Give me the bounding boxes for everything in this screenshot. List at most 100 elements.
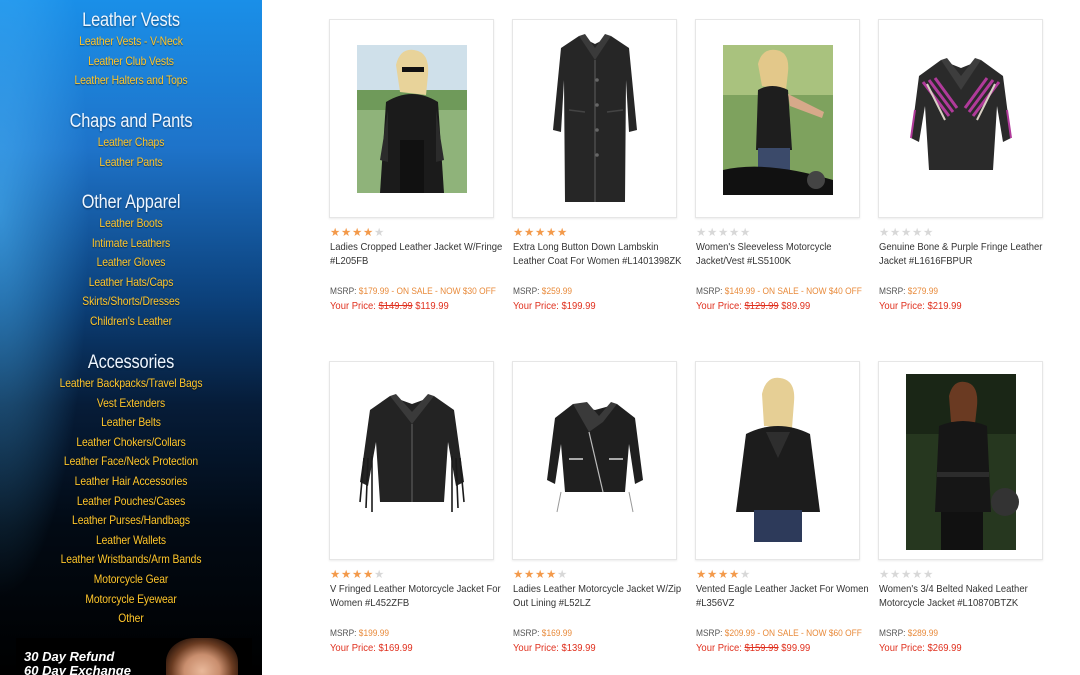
long-leather-coat (553, 34, 637, 202)
star-filled-icon: ★ (363, 569, 374, 581)
sidebar-link[interactable]: Intimate Leathers (18, 234, 243, 254)
product-title-link[interactable]: Ladies Cropped Leather Jacket W/Fringe #… (330, 241, 505, 268)
price-line: Your Price: $219.99 (879, 300, 962, 312)
product-title-link[interactable]: V Fringed Leather Motorcycle Jacket For … (330, 583, 505, 610)
product-title-link[interactable]: Genuine Bone & Purple Fringe Leather Jac… (879, 241, 1054, 268)
msrp-line: MSRP: $289.99 (879, 628, 938, 639)
star-empty-icon: ★ (740, 569, 751, 581)
current-price: $119.99 (415, 300, 449, 312)
product-image[interactable] (512, 19, 677, 218)
msrp-label: MSRP: (879, 286, 908, 297)
star-filled-icon: ★ (535, 569, 546, 581)
sidebar-link[interactable]: Leather Chaps (18, 133, 243, 153)
product-title-link[interactable]: Women's Sleeveless Motorcycle Jacket/Ves… (696, 241, 871, 268)
current-price: $269.99 (927, 642, 962, 654)
product-title-link[interactable]: Vented Eagle Leather Jacket For Women #L… (696, 583, 871, 610)
msrp-line: MSRP: $209.99 - ON SALE - NOW $60 OFF (696, 628, 862, 639)
msrp-value: $149.99 - ON SALE - NOW $40 OFF (724, 286, 862, 297)
star-empty-icon: ★ (879, 569, 890, 581)
star-empty-icon: ★ (912, 227, 923, 239)
product-image[interactable] (695, 19, 860, 218)
price-line: Your Price: $139.99 (513, 642, 596, 654)
sidebar-link[interactable]: Skirts/Shorts/Dresses (18, 292, 243, 312)
star-empty-icon: ★ (901, 569, 912, 581)
woman-fringe-jacket-photo (357, 45, 467, 193)
msrp-label: MSRP: (879, 628, 908, 639)
star-empty-icon: ★ (374, 227, 385, 239)
msrp-value: $179.99 - ON SALE - NOW $30 OFF (358, 286, 496, 297)
current-price: $139.99 (561, 642, 596, 654)
promo-line-exchange: 60 Day Exchange (24, 663, 131, 675)
star-filled-icon: ★ (707, 569, 718, 581)
sidebar-link[interactable]: Leather Wristbands/Arm Bands (18, 550, 243, 570)
sidebar-section-other-apparel: Other Apparel Leather Boots Intimate Lea… (0, 192, 262, 332)
sidebar-link[interactable]: Leather Belts (18, 413, 243, 433)
price-label: Your Price: (513, 642, 562, 654)
fringed-motorcycle-jacket (359, 394, 465, 512)
sidebar-link[interactable]: Leather Vests - V-Neck (18, 32, 243, 52)
msrp-value: $209.99 - ON SALE - NOW $60 OFF (724, 628, 862, 639)
star-empty-icon: ★ (707, 227, 718, 239)
star-filled-icon: ★ (524, 227, 535, 239)
star-filled-icon: ★ (330, 227, 341, 239)
sidebar-link[interactable]: Leather Club Vests (18, 52, 243, 72)
sidebar-link[interactable]: Leather Halters and Tops (18, 71, 243, 91)
sidebar-link[interactable]: Leather Chokers/Collars (18, 433, 243, 453)
rating-stars: ★★★★★ (879, 227, 934, 239)
price-line: Your Price: $149.99 $119.99 (330, 300, 449, 312)
sidebar-link[interactable]: Motorcycle Gear (18, 570, 243, 590)
sidebar-link[interactable]: Motorcycle Eyewear (18, 590, 243, 610)
sidebar-link[interactable]: Leather Backpacks/Travel Bags (18, 374, 243, 394)
star-empty-icon: ★ (901, 227, 912, 239)
star-filled-icon: ★ (352, 227, 363, 239)
sidebar-link[interactable]: Leather Wallets (18, 531, 243, 551)
sidebar-link[interactable]: Other (18, 609, 243, 629)
msrp-line: MSRP: $199.99 (330, 628, 389, 639)
star-filled-icon: ★ (341, 569, 352, 581)
rating-stars: ★★★★★ (513, 569, 568, 581)
rating-stars: ★★★★★ (513, 227, 568, 239)
star-empty-icon: ★ (557, 569, 568, 581)
sidebar-heading: Other Apparel (81, 192, 181, 213)
product-image[interactable] (878, 361, 1043, 560)
sidebar-link[interactable]: Leather Gloves (18, 253, 243, 273)
rating-stars: ★★★★★ (879, 569, 934, 581)
sidebar-link[interactable]: Leather Boots (18, 214, 243, 234)
star-empty-icon: ★ (890, 569, 901, 581)
sidebar-link[interactable]: Leather Hats/Caps (18, 273, 243, 293)
star-filled-icon: ★ (524, 569, 535, 581)
woman-belted-jacket-photo (906, 374, 1019, 550)
msrp-label: MSRP: (330, 628, 359, 639)
price-line: Your Price: $129.99 $89.99 (696, 300, 810, 312)
msrp-line: MSRP: $169.99 (513, 628, 572, 639)
sidebar-heading: Chaps and Pants (69, 111, 193, 132)
sidebar-link[interactable]: Leather Face/Neck Protection (18, 452, 243, 472)
rating-stars: ★★★★★ (696, 227, 751, 239)
product-image[interactable] (329, 19, 494, 218)
sidebar-link[interactable]: Leather Purses/Handbags (18, 511, 243, 531)
sidebar-link[interactable]: Leather Pouches/Cases (18, 492, 243, 512)
sidebar-link[interactable]: Children's Leather (18, 312, 243, 332)
star-filled-icon: ★ (729, 569, 740, 581)
sidebar-link[interactable]: Leather Pants (18, 153, 243, 173)
product-image[interactable] (695, 361, 860, 560)
woman-eagle-jacket-photo (736, 377, 820, 542)
msrp-label: MSRP: (513, 286, 542, 297)
old-price: $129.99 (744, 300, 779, 312)
msrp-value: $199.99 (358, 628, 390, 639)
product-image[interactable] (512, 361, 677, 560)
msrp-value: $169.99 (541, 628, 573, 639)
product-title-link[interactable]: Extra Long Button Down Lambskin Leather … (513, 241, 688, 268)
refund-promo-banner[interactable]: 30 Day Refund 60 Day Exchange (16, 638, 252, 675)
sidebar-link[interactable]: Leather Hair Accessories (18, 472, 243, 492)
product-title-link[interactable]: Women's 3/4 Belted Naked Leather Motorcy… (879, 583, 1054, 610)
product-title-link[interactable]: Ladies Leather Motorcycle Jacket W/Zip O… (513, 583, 688, 610)
product-image[interactable] (878, 19, 1043, 218)
star-empty-icon: ★ (912, 569, 923, 581)
sidebar-link[interactable]: Vest Extenders (18, 394, 243, 414)
woman-vest-motorcycle-photo (723, 45, 833, 195)
product-image[interactable] (329, 361, 494, 560)
rating-stars: ★★★★★ (696, 569, 751, 581)
current-price: $89.99 (781, 300, 811, 312)
price-label: Your Price: (330, 642, 379, 654)
